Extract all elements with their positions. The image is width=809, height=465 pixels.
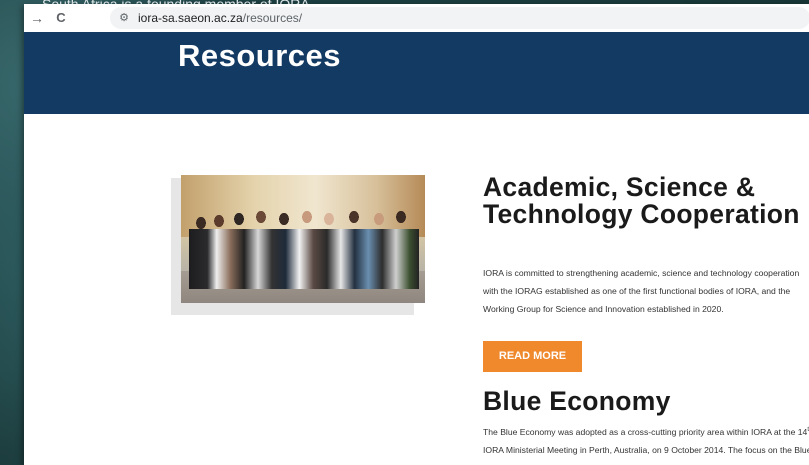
section-paragraph-blue-economy: The Blue Economy was adopted as a cross-… <box>483 421 809 465</box>
read-more-button[interactable]: READ MORE <box>483 341 582 372</box>
paragraph-lead: The Blue Economy was adopted as a cross-… <box>483 426 808 437</box>
section-title-academic: Academic, Science & Technology Cooperati… <box>483 172 800 229</box>
site-info-icon[interactable]: ⚙ <box>116 10 132 26</box>
reload-icon[interactable]: C <box>52 9 70 27</box>
page-title: Resources <box>178 38 342 73</box>
url-host: iora-sa.saeon.ac.za <box>138 11 243 25</box>
group-photo-image <box>181 175 425 303</box>
url-text[interactable]: iora-sa.saeon.ac.za/resources/ <box>138 10 302 26</box>
section-title-blue-economy: Blue Economy <box>483 386 671 416</box>
paragraph-rest: IORA Ministerial Meeting in Perth, Austr… <box>483 444 809 465</box>
url-path: /resources/ <box>242 11 303 25</box>
section-paragraph-academic: IORA is committed to strengthening acade… <box>483 268 800 314</box>
address-bar[interactable]: ⚙ iora-sa.saeon.ac.za/resources/ <box>110 7 809 29</box>
forward-icon[interactable]: → <box>28 9 46 27</box>
page-hero-banner: Resources <box>24 32 809 114</box>
browser-window: ← → C ⚙ iora-sa.saeon.ac.za/resources/ R… <box>24 4 809 465</box>
photo-people <box>189 205 419 295</box>
browser-toolbar: ← → C ⚙ iora-sa.saeon.ac.za/resources/ <box>24 4 809 33</box>
